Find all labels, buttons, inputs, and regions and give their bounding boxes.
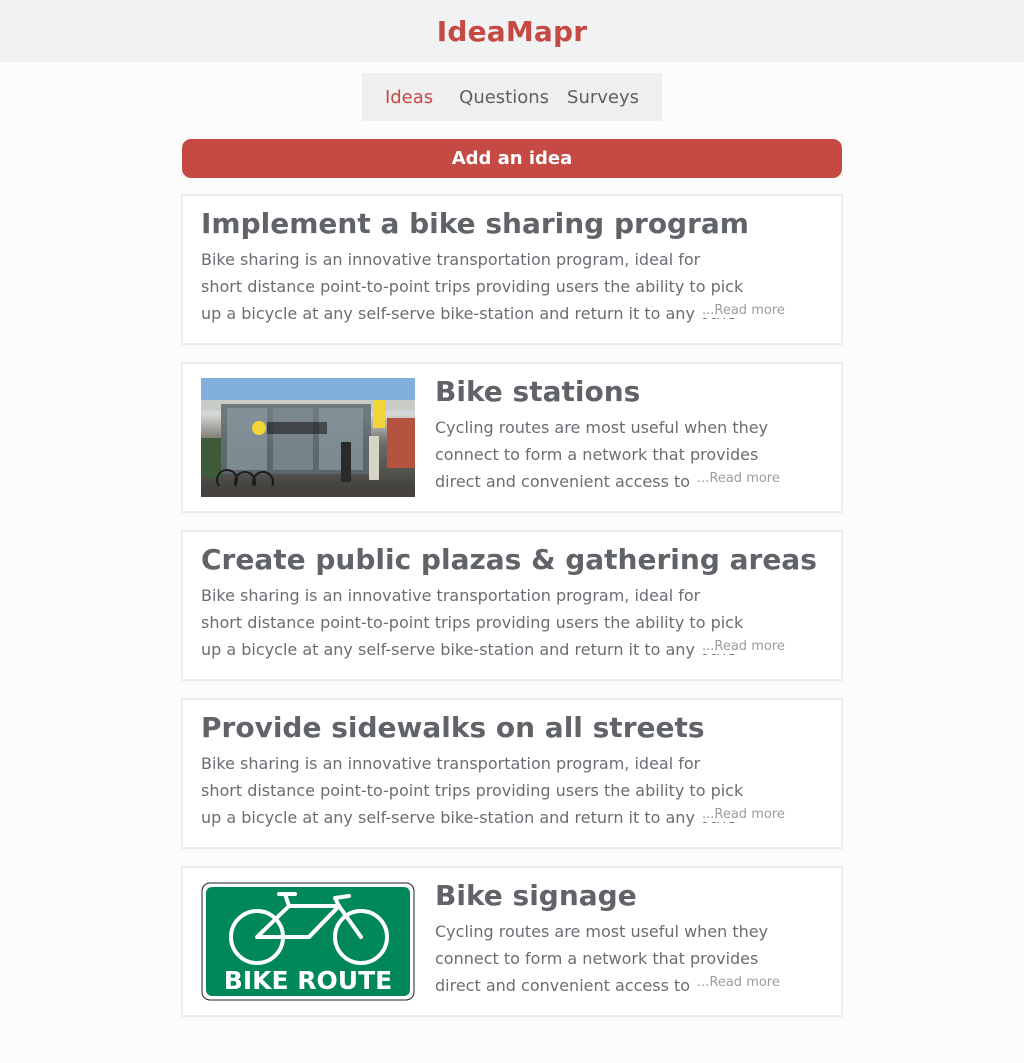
- bike-station-photo: [201, 378, 415, 497]
- idea-text: Bike stations Cycling routes are most us…: [415, 364, 823, 511]
- idea-card[interactable]: Bike stations Cycling routes are most us…: [181, 362, 843, 513]
- idea-card[interactable]: Create public plazas & gathering areas B…: [181, 530, 843, 681]
- tabs-wrapper: Ideas Questions Surveys: [0, 73, 1024, 121]
- sign-text: BIKE ROUTE: [224, 966, 392, 995]
- idea-description-row: Bike sharing is an innovative transporta…: [201, 582, 823, 663]
- idea-text: Provide sidewalks on all streets Bike sh…: [201, 700, 823, 847]
- app-title: IdeaMapr: [436, 14, 588, 48]
- idea-title[interactable]: Implement a bike sharing program: [201, 205, 823, 243]
- read-more-link[interactable]: ...Read more: [698, 807, 785, 822]
- idea-card[interactable]: Implement a bike sharing program Bike sh…: [181, 194, 843, 345]
- bike-route-sign: BIKE ROUTE: [201, 882, 415, 1001]
- idea-card[interactable]: BIKE ROUTE Bike signage Cycling routes a…: [181, 866, 843, 1017]
- idea-text: Create public plazas & gathering areas B…: [201, 532, 823, 679]
- idea-image[interactable]: BIKE ROUTE: [201, 882, 415, 1001]
- bike-station-illustration: [201, 378, 415, 497]
- idea-text: Bike signage Cycling routes are most use…: [415, 868, 823, 1015]
- read-more-link[interactable]: ...Read more: [693, 975, 780, 990]
- idea-description: Bike sharing is an innovative transporta…: [201, 586, 744, 659]
- idea-description-row: Cycling routes are most useful when they…: [435, 414, 823, 495]
- idea-description-row: Bike sharing is an innovative transporta…: [201, 246, 823, 327]
- tab-ideas[interactable]: Ideas: [385, 87, 433, 108]
- tab-surveys[interactable]: Surveys: [567, 87, 639, 108]
- idea-title[interactable]: Bike signage: [435, 877, 823, 915]
- idea-image[interactable]: [201, 378, 415, 497]
- idea-description-row: Cycling routes are most useful when they…: [435, 918, 823, 999]
- idea-title[interactable]: Bike stations: [435, 373, 823, 411]
- idea-description: Bike sharing is an innovative transporta…: [201, 754, 744, 827]
- read-more-link[interactable]: ...Read more: [693, 471, 780, 486]
- top-bar: IdeaMapr: [0, 0, 1024, 62]
- idea-text: Implement a bike sharing program Bike sh…: [201, 196, 823, 343]
- read-more-link[interactable]: ...Read more: [698, 303, 785, 318]
- idea-description-row: Bike sharing is an innovative transporta…: [201, 750, 823, 831]
- idea-title[interactable]: Create public plazas & gathering areas: [201, 541, 823, 579]
- tab-questions[interactable]: Questions: [459, 87, 549, 108]
- idea-card[interactable]: Provide sidewalks on all streets Bike sh…: [181, 698, 843, 849]
- add-idea-button[interactable]: Add an idea: [182, 139, 842, 178]
- idea-description: Bike sharing is an innovative transporta…: [201, 250, 744, 323]
- tab-bar: Ideas Questions Surveys: [362, 73, 662, 121]
- idea-list: Implement a bike sharing program Bike sh…: [181, 194, 843, 1017]
- idea-title[interactable]: Provide sidewalks on all streets: [201, 709, 823, 747]
- read-more-link[interactable]: ...Read more: [698, 639, 785, 654]
